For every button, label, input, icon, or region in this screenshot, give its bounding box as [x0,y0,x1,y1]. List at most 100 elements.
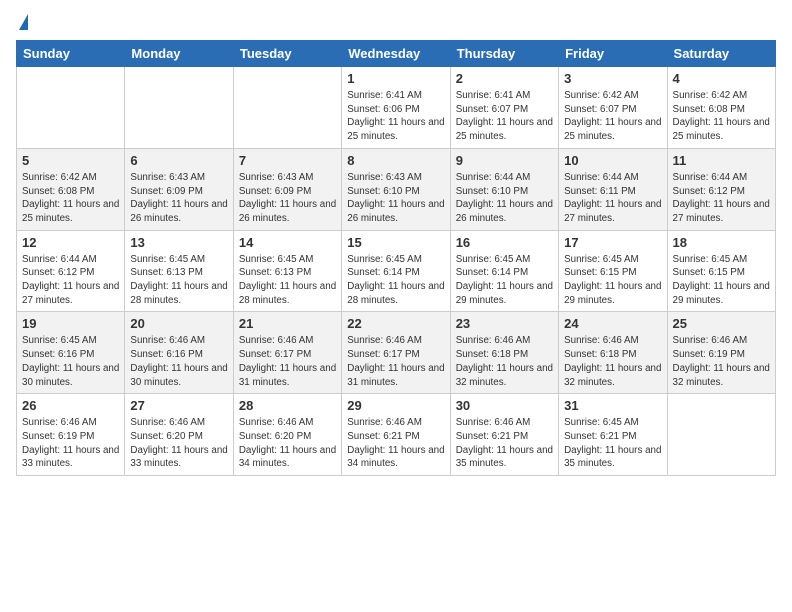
day-number: 27 [130,398,227,413]
calendar-day-cell: 30 Sunrise: 6:46 AM Sunset: 6:21 PM Dayli… [450,394,558,476]
day-number: 23 [456,316,553,331]
day-detail: Sunrise: 6:46 AM Sunset: 6:20 PM Dayligh… [130,416,227,471]
calendar-week-row: 19 Sunrise: 6:45 AM Sunset: 6:16 PM Dayli… [17,312,776,394]
calendar-day-cell: 23 Sunrise: 6:46 AM Sunset: 6:18 PM Dayli… [450,312,558,394]
day-number: 28 [239,398,336,413]
calendar-day-cell: 10 Sunrise: 6:44 AM Sunset: 6:11 PM Dayli… [559,148,667,230]
calendar-header-row: SundayMondayTuesdayWednesdayThursdayFrid… [17,41,776,67]
day-number: 18 [673,235,770,250]
day-number: 3 [564,71,661,86]
calendar-week-row: 26 Sunrise: 6:46 AM Sunset: 6:19 PM Dayli… [17,394,776,476]
calendar-day-cell [233,67,341,149]
day-detail: Sunrise: 6:41 AM Sunset: 6:06 PM Dayligh… [347,89,444,144]
day-detail: Sunrise: 6:44 AM Sunset: 6:11 PM Dayligh… [564,171,661,226]
calendar-day-cell: 7Sunrise: 6:43 AM Sunset: 6:09 PM Daylig… [233,148,341,230]
calendar-day-header: Sunday [17,41,125,67]
calendar-day-cell: 3 Sunrise: 6:42 AM Sunset: 6:07 PM Daylig… [559,67,667,149]
day-detail: Sunrise: 6:44 AM Sunset: 6:12 PM Dayligh… [673,171,770,226]
day-number: 2 [456,71,553,86]
calendar-day-cell: 26 Sunrise: 6:46 AM Sunset: 6:19 PM Dayli… [17,394,125,476]
calendar-day-cell: 18 Sunrise: 6:45 AM Sunset: 6:15 PM Dayli… [667,230,775,312]
calendar-day-cell [125,67,233,149]
day-number: 14 [239,235,336,250]
calendar-day-cell: 21Sunrise: 6:46 AM Sunset: 6:17 PM Dayli… [233,312,341,394]
calendar-table: SundayMondayTuesdayWednesdayThursdayFrid… [16,40,776,476]
day-number: 13 [130,235,227,250]
day-number: 10 [564,153,661,168]
calendar-week-row: 12 Sunrise: 6:44 AM Sunset: 6:12 PM Dayli… [17,230,776,312]
calendar-day-cell: 1 Sunrise: 6:41 AM Sunset: 6:06 PM Daylig… [342,67,450,149]
day-number: 6 [130,153,227,168]
day-number: 15 [347,235,444,250]
day-detail: Sunrise: 6:42 AM Sunset: 6:07 PM Dayligh… [564,89,661,144]
day-detail: Sunrise: 6:46 AM Sunset: 6:19 PM Dayligh… [22,416,119,471]
calendar-day-header: Saturday [667,41,775,67]
day-detail: Sunrise: 6:46 AM Sunset: 6:21 PM Dayligh… [456,416,553,471]
calendar-day-cell: 28 Sunrise: 6:46 AM Sunset: 6:20 PM Dayli… [233,394,341,476]
calendar-day-cell: 19 Sunrise: 6:45 AM Sunset: 6:16 PM Dayli… [17,312,125,394]
day-detail: Sunrise: 6:45 AM Sunset: 6:15 PM Dayligh… [673,253,770,308]
day-detail: Sunrise: 6:45 AM Sunset: 6:14 PM Dayligh… [456,253,553,308]
day-number: 24 [564,316,661,331]
day-number: 30 [456,398,553,413]
day-detail: Sunrise: 6:46 AM Sunset: 6:16 PM Dayligh… [130,334,227,389]
calendar-day-cell: 17 Sunrise: 6:45 AM Sunset: 6:15 PM Dayli… [559,230,667,312]
day-number: 11 [673,153,770,168]
day-detail: Sunrise: 6:45 AM Sunset: 6:21 PM Dayligh… [564,416,661,471]
day-number: 16 [456,235,553,250]
calendar-day-cell: 4 Sunrise: 6:42 AM Sunset: 6:08 PM Daylig… [667,67,775,149]
day-detail: Sunrise: 6:45 AM Sunset: 6:16 PM Dayligh… [22,334,119,389]
day-number: 7 [239,153,336,168]
day-number: 1 [347,71,444,86]
calendar-day-cell: 15 Sunrise: 6:45 AM Sunset: 6:14 PM Dayli… [342,230,450,312]
calendar-day-cell: 29 Sunrise: 6:46 AM Sunset: 6:21 PM Dayli… [342,394,450,476]
day-detail: Sunrise: 6:46 AM Sunset: 6:17 PM Dayligh… [347,334,444,389]
day-detail: Sunrise: 6:43 AM Sunset: 6:10 PM Dayligh… [347,171,444,226]
calendar-day-cell: 27 Sunrise: 6:46 AM Sunset: 6:20 PM Dayli… [125,394,233,476]
calendar-day-cell: 24 Sunrise: 6:46 AM Sunset: 6:18 PM Dayli… [559,312,667,394]
day-number: 5 [22,153,119,168]
day-detail: Sunrise: 6:42 AM Sunset: 6:08 PM Dayligh… [22,171,119,226]
day-number: 9 [456,153,553,168]
logo [16,16,28,30]
day-number: 17 [564,235,661,250]
day-number: 4 [673,71,770,86]
day-detail: Sunrise: 6:43 AM Sunset: 6:09 PM Dayligh… [130,171,227,226]
day-detail: Sunrise: 6:46 AM Sunset: 6:18 PM Dayligh… [564,334,661,389]
calendar-day-header: Wednesday [342,41,450,67]
calendar-day-cell: 31 Sunrise: 6:45 AM Sunset: 6:21 PM Dayli… [559,394,667,476]
day-number: 20 [130,316,227,331]
day-number: 31 [564,398,661,413]
day-detail: Sunrise: 6:41 AM Sunset: 6:07 PM Dayligh… [456,89,553,144]
calendar-day-cell: 13 Sunrise: 6:45 AM Sunset: 6:13 PM Dayli… [125,230,233,312]
day-detail: Sunrise: 6:46 AM Sunset: 6:20 PM Dayligh… [239,416,336,471]
day-detail: Sunrise: 6:45 AM Sunset: 6:14 PM Dayligh… [347,253,444,308]
day-detail: Sunrise: 6:45 AM Sunset: 6:15 PM Dayligh… [564,253,661,308]
calendar-day-cell [667,394,775,476]
day-number: 8 [347,153,444,168]
calendar-day-cell: 6 Sunrise: 6:43 AM Sunset: 6:09 PM Daylig… [125,148,233,230]
calendar-day-cell: 20 Sunrise: 6:46 AM Sunset: 6:16 PM Dayli… [125,312,233,394]
day-detail: Sunrise: 6:44 AM Sunset: 6:10 PM Dayligh… [456,171,553,226]
day-detail: Sunrise: 6:42 AM Sunset: 6:08 PM Dayligh… [673,89,770,144]
calendar-day-header: Monday [125,41,233,67]
logo-triangle-icon [19,14,28,30]
calendar-day-cell: 11 Sunrise: 6:44 AM Sunset: 6:12 PM Dayli… [667,148,775,230]
day-detail: Sunrise: 6:46 AM Sunset: 6:21 PM Dayligh… [347,416,444,471]
day-detail: Sunrise: 6:45 AM Sunset: 6:13 PM Dayligh… [239,253,336,308]
calendar-week-row: 1 Sunrise: 6:41 AM Sunset: 6:06 PM Daylig… [17,67,776,149]
day-number: 19 [22,316,119,331]
day-number: 26 [22,398,119,413]
calendar-day-cell: 9 Sunrise: 6:44 AM Sunset: 6:10 PM Daylig… [450,148,558,230]
day-detail: Sunrise: 6:45 AM Sunset: 6:13 PM Dayligh… [130,253,227,308]
day-detail: Sunrise: 6:46 AM Sunset: 6:18 PM Dayligh… [456,334,553,389]
calendar-day-cell: 14 Sunrise: 6:45 AM Sunset: 6:13 PM Dayli… [233,230,341,312]
calendar-day-cell: 16 Sunrise: 6:45 AM Sunset: 6:14 PM Dayli… [450,230,558,312]
calendar-day-header: Thursday [450,41,558,67]
day-detail: Sunrise: 6:46 AM Sunset: 6:19 PM Dayligh… [673,334,770,389]
day-detail: Sunrise: 6:44 AM Sunset: 6:12 PM Dayligh… [22,253,119,308]
day-number: 25 [673,316,770,331]
day-detail: Sunrise: 6:46 AM Sunset: 6:17 PM Dayligh… [239,334,336,389]
day-number: 29 [347,398,444,413]
day-number: 12 [22,235,119,250]
